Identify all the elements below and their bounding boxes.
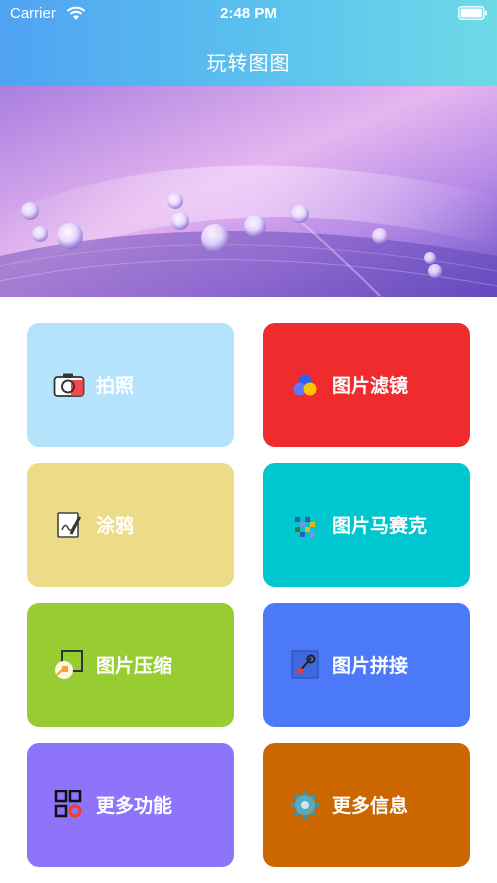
gear-icon: [291, 791, 319, 819]
tile-label: 图片压缩: [96, 655, 173, 677]
tile-label: 涂鸦: [96, 515, 135, 537]
tile-label: 更多信息: [332, 795, 409, 817]
tile-more-features[interactable]: 更多功能: [27, 743, 234, 867]
splice-icon: [291, 650, 319, 679]
tile-doodle[interactable]: 涂鸦: [27, 463, 234, 587]
tile-mosaic[interactable]: 图片马赛克: [263, 463, 470, 587]
doodle-icon: [57, 512, 81, 538]
tile-label: 拍照: [96, 375, 135, 397]
tile-label: 图片马赛克: [332, 515, 428, 537]
feature-grid: 拍照 图片滤镜 涂鸦 图片马赛克 图片压缩 图片拼接 更多功能 更多信息: [0, 0, 497, 883]
tile-label: 图片拼接: [332, 655, 409, 677]
tile-splice[interactable]: 图片拼接: [263, 603, 470, 727]
tile-label: 图片滤镜: [332, 375, 409, 397]
tile-filter[interactable]: 图片滤镜: [263, 323, 470, 447]
tile-compress[interactable]: 图片压缩: [27, 603, 234, 727]
tile-more-info[interactable]: 更多信息: [263, 743, 470, 867]
color-filter-icon: [293, 374, 317, 396]
tile-label: 更多功能: [96, 795, 173, 817]
qr-grid-icon: [54, 790, 82, 818]
tile-camera[interactable]: 拍照: [27, 323, 234, 447]
mosaic-icon: [295, 517, 315, 537]
camera-icon: [53, 373, 85, 397]
compress-icon: [55, 650, 83, 679]
